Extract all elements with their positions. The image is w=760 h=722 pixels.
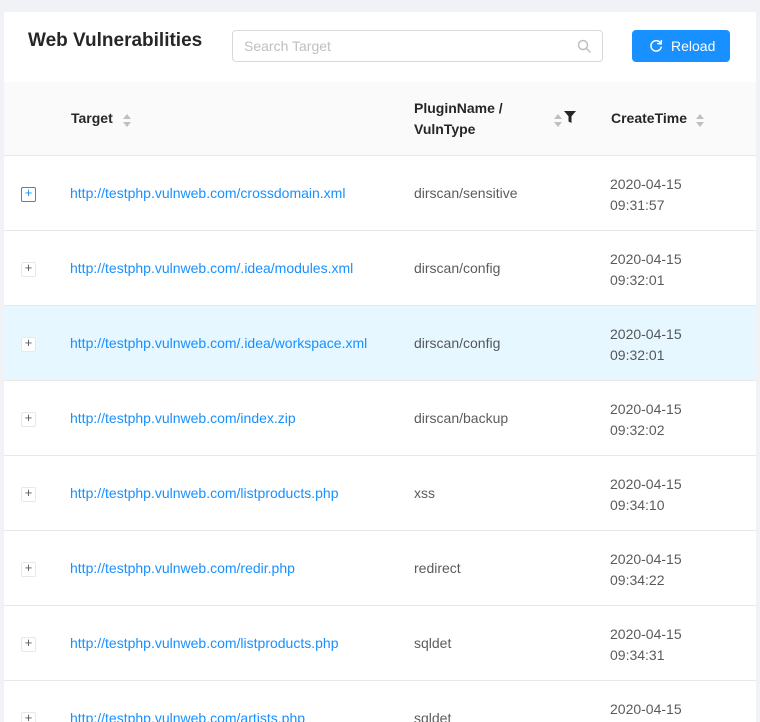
table-row[interactable]: + http://testphp.vulnweb.com/index.zip d…	[4, 381, 756, 456]
create-date: 2020-04-15	[610, 626, 682, 642]
target-link[interactable]: http://testphp.vulnweb.com/.idea/workspa…	[70, 335, 367, 351]
column-header-target-label: Target	[71, 110, 113, 126]
target-link[interactable]: http://testphp.vulnweb.com/redir.php	[70, 560, 295, 576]
target-link[interactable]: http://testphp.vulnweb.com/crossdomain.x…	[70, 185, 345, 201]
create-date: 2020-04-15	[610, 176, 682, 192]
reload-label: Reload	[671, 38, 716, 54]
column-header-plugin-line1: PluginName /	[414, 100, 503, 116]
column-header-create-time[interactable]: CreateTime	[611, 108, 687, 129]
create-clock: 09:32:01	[610, 272, 665, 288]
table-row[interactable]: + http://testphp.vulnweb.com/.idea/works…	[4, 306, 756, 381]
search-icon[interactable]	[577, 39, 591, 53]
table-row[interactable]: + http://testphp.vulnweb.com/listproduct…	[4, 606, 756, 681]
create-time-cell: 2020-04-15 09:34:10	[610, 474, 682, 516]
create-clock: 09:34:10	[610, 497, 665, 513]
create-clock: 09:34:31	[610, 647, 665, 663]
table-row[interactable]: + http://testphp.vulnweb.com/redir.php r…	[4, 531, 756, 606]
create-date: 2020-04-15	[610, 401, 682, 417]
column-header-create-time-label: CreateTime	[611, 110, 688, 126]
plugin-cell: dirscan/sensitive	[414, 185, 518, 201]
target-link[interactable]: http://testphp.vulnweb.com/listproducts.…	[70, 485, 338, 501]
table-row[interactable]: + http://testphp.vulnweb.com/listproduct…	[4, 456, 756, 531]
plugin-cell: redirect	[414, 560, 461, 576]
column-header-target[interactable]: Target	[71, 108, 113, 129]
target-link[interactable]: http://testphp.vulnweb.com/artists.php	[70, 710, 305, 722]
create-clock: 09:31:57	[610, 197, 665, 213]
create-date: 2020-04-15	[610, 701, 682, 717]
column-header-plugin-line2: VulnType	[414, 121, 476, 137]
create-time-cell: 2020-04-15 09:32:01	[610, 249, 682, 291]
target-link[interactable]: http://testphp.vulnweb.com/index.zip	[70, 410, 296, 426]
reload-icon	[650, 39, 663, 52]
plugin-cell: sqldet	[414, 635, 452, 651]
expand-row-button[interactable]: +	[21, 562, 36, 577]
create-time-cell: 2020-04-15 09:32:02	[610, 399, 682, 441]
create-time-cell: 2020-04-15	[610, 699, 682, 720]
create-clock: 09:32:02	[610, 422, 665, 438]
filter-icon[interactable]	[564, 111, 576, 123]
target-link[interactable]: http://testphp.vulnweb.com/.idea/modules…	[70, 260, 353, 276]
column-header-plugin[interactable]: PluginName / VulnType	[414, 98, 524, 140]
expand-row-button[interactable]: +	[21, 487, 36, 502]
create-time-sort-icon[interactable]	[696, 114, 704, 128]
expand-row-button[interactable]: +	[21, 262, 36, 277]
card-header: Web Vulnerabilities Reload	[4, 12, 756, 82]
create-date: 2020-04-15	[610, 251, 682, 267]
create-clock: 09:32:01	[610, 347, 665, 363]
search-input[interactable]	[233, 31, 563, 61]
table-row[interactable]: + http://testphp.vulnweb.com/artists.php…	[4, 681, 756, 722]
create-time-cell: 2020-04-15 09:31:57	[610, 174, 682, 216]
create-date: 2020-04-15	[610, 551, 682, 567]
target-sort-icon[interactable]	[123, 114, 131, 128]
search-box[interactable]	[232, 30, 603, 62]
reload-button[interactable]: Reload	[632, 30, 730, 62]
create-time-cell: 2020-04-15 09:34:22	[610, 549, 682, 591]
create-time-cell: 2020-04-15 09:32:01	[610, 324, 682, 366]
page-title: Web Vulnerabilities	[28, 30, 203, 51]
table-header: Target PluginName / VulnType CreateTime	[4, 82, 756, 156]
create-date: 2020-04-15	[610, 476, 682, 492]
expand-row-button[interactable]: +	[21, 187, 36, 202]
expand-row-button[interactable]: +	[21, 337, 36, 352]
table-row[interactable]: + http://testphp.vulnweb.com/.idea/modul…	[4, 231, 756, 306]
expand-row-button[interactable]: +	[21, 412, 36, 427]
target-link[interactable]: http://testphp.vulnweb.com/listproducts.…	[70, 635, 338, 651]
plugin-cell: dirscan/config	[414, 335, 501, 351]
expand-row-button[interactable]: +	[21, 712, 36, 722]
vulnerabilities-card: Web Vulnerabilities Reload Target Plugin…	[4, 12, 756, 722]
plugin-cell: dirscan/config	[414, 260, 501, 276]
plugin-cell: sqldet	[414, 710, 452, 722]
create-time-cell: 2020-04-15 09:34:31	[610, 624, 682, 666]
plugin-cell: xss	[414, 485, 435, 501]
create-clock: 09:34:22	[610, 572, 665, 588]
plugin-cell: dirscan/backup	[414, 410, 509, 426]
expand-row-button[interactable]: +	[21, 637, 36, 652]
table-row[interactable]: + http://testphp.vulnweb.com/crossdomain…	[4, 156, 756, 231]
create-date: 2020-04-15	[610, 326, 682, 342]
plugin-sort-icon[interactable]	[554, 114, 562, 128]
